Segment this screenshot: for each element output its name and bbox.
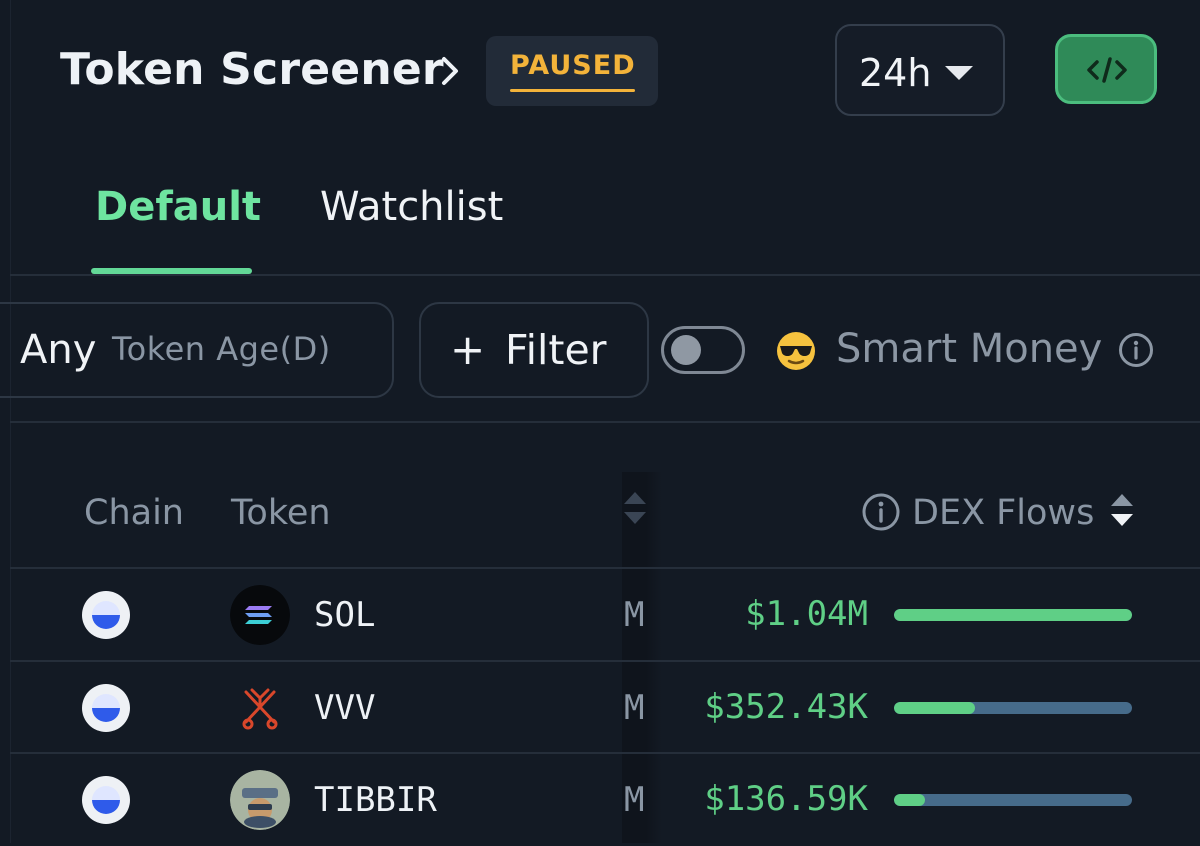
token-symbol[interactable]: TIBBIR [314,780,437,820]
dex-flows-value: $1.04M [745,594,868,634]
dex-flows-value: $352.43K [704,687,868,727]
sunglasses-emoji-icon [777,332,815,370]
dex-flows-bar-fill [894,609,1132,621]
table-row[interactable]: TIBBIR M $136.59K [10,754,1200,846]
dex-flows-bar-fill [894,794,925,806]
token-symbol[interactable]: SOL [314,595,375,635]
dex-flows-info-icon[interactable] [861,492,901,532]
chain-base-icon [82,684,130,732]
plus-icon: + [450,325,486,374]
dex-flows-value: $136.59K [704,779,868,819]
market-cap-cell: M [624,780,645,820]
page-title[interactable]: Token Screener [60,44,444,95]
tab-watchlist[interactable]: Watchlist [320,184,503,230]
market-cap-cell: M [624,688,645,728]
tibbir-token-icon [230,770,290,830]
filters-divider [10,421,1200,423]
sort-desc-icon[interactable] [1108,490,1136,530]
chevron-right-icon[interactable] [438,56,462,86]
dex-flows-bar [894,702,1132,714]
embed-code-button[interactable] [1055,34,1157,104]
toggle-knob [671,335,701,365]
time-range-value: 24h [859,51,932,95]
tab-default[interactable]: Default [95,184,261,230]
add-filter-label: Filter [505,326,607,374]
tabs-divider [10,274,1200,276]
smart-money-toggle[interactable] [661,326,745,374]
chain-base-icon [82,776,130,824]
token-symbol[interactable]: VVV [314,688,375,728]
dex-flows-bar-fill [894,702,975,714]
column-header-token[interactable]: Token [231,493,331,533]
status-badge-underline [510,89,635,92]
code-icon [1087,57,1127,83]
status-badge-label: PAUSED [510,50,636,81]
dex-flows-bar [894,794,1132,806]
column-header-dex-flows[interactable]: DEX Flows [912,493,1094,533]
sort-icon[interactable] [622,488,648,528]
caret-down-icon [945,66,973,80]
table-row[interactable]: VVV M $352.43K [10,662,1200,754]
vvv-token-icon [242,688,278,730]
table-row[interactable]: SOL M $1.04M [10,569,1200,661]
status-badge: PAUSED [486,36,658,106]
smart-money-label: Smart Money [836,326,1103,372]
column-header-chain[interactable]: Chain [84,493,184,533]
info-icon[interactable] [1118,332,1154,368]
time-range-dropdown[interactable]: 24h [835,24,1005,116]
market-cap-cell: M [624,595,645,635]
token-age-value[interactable]: Any [20,327,96,373]
chain-base-icon [82,591,130,639]
dex-flows-bar [894,609,1132,621]
token-age-label: Token Age(D) [112,330,331,368]
sol-token-icon [230,585,290,645]
